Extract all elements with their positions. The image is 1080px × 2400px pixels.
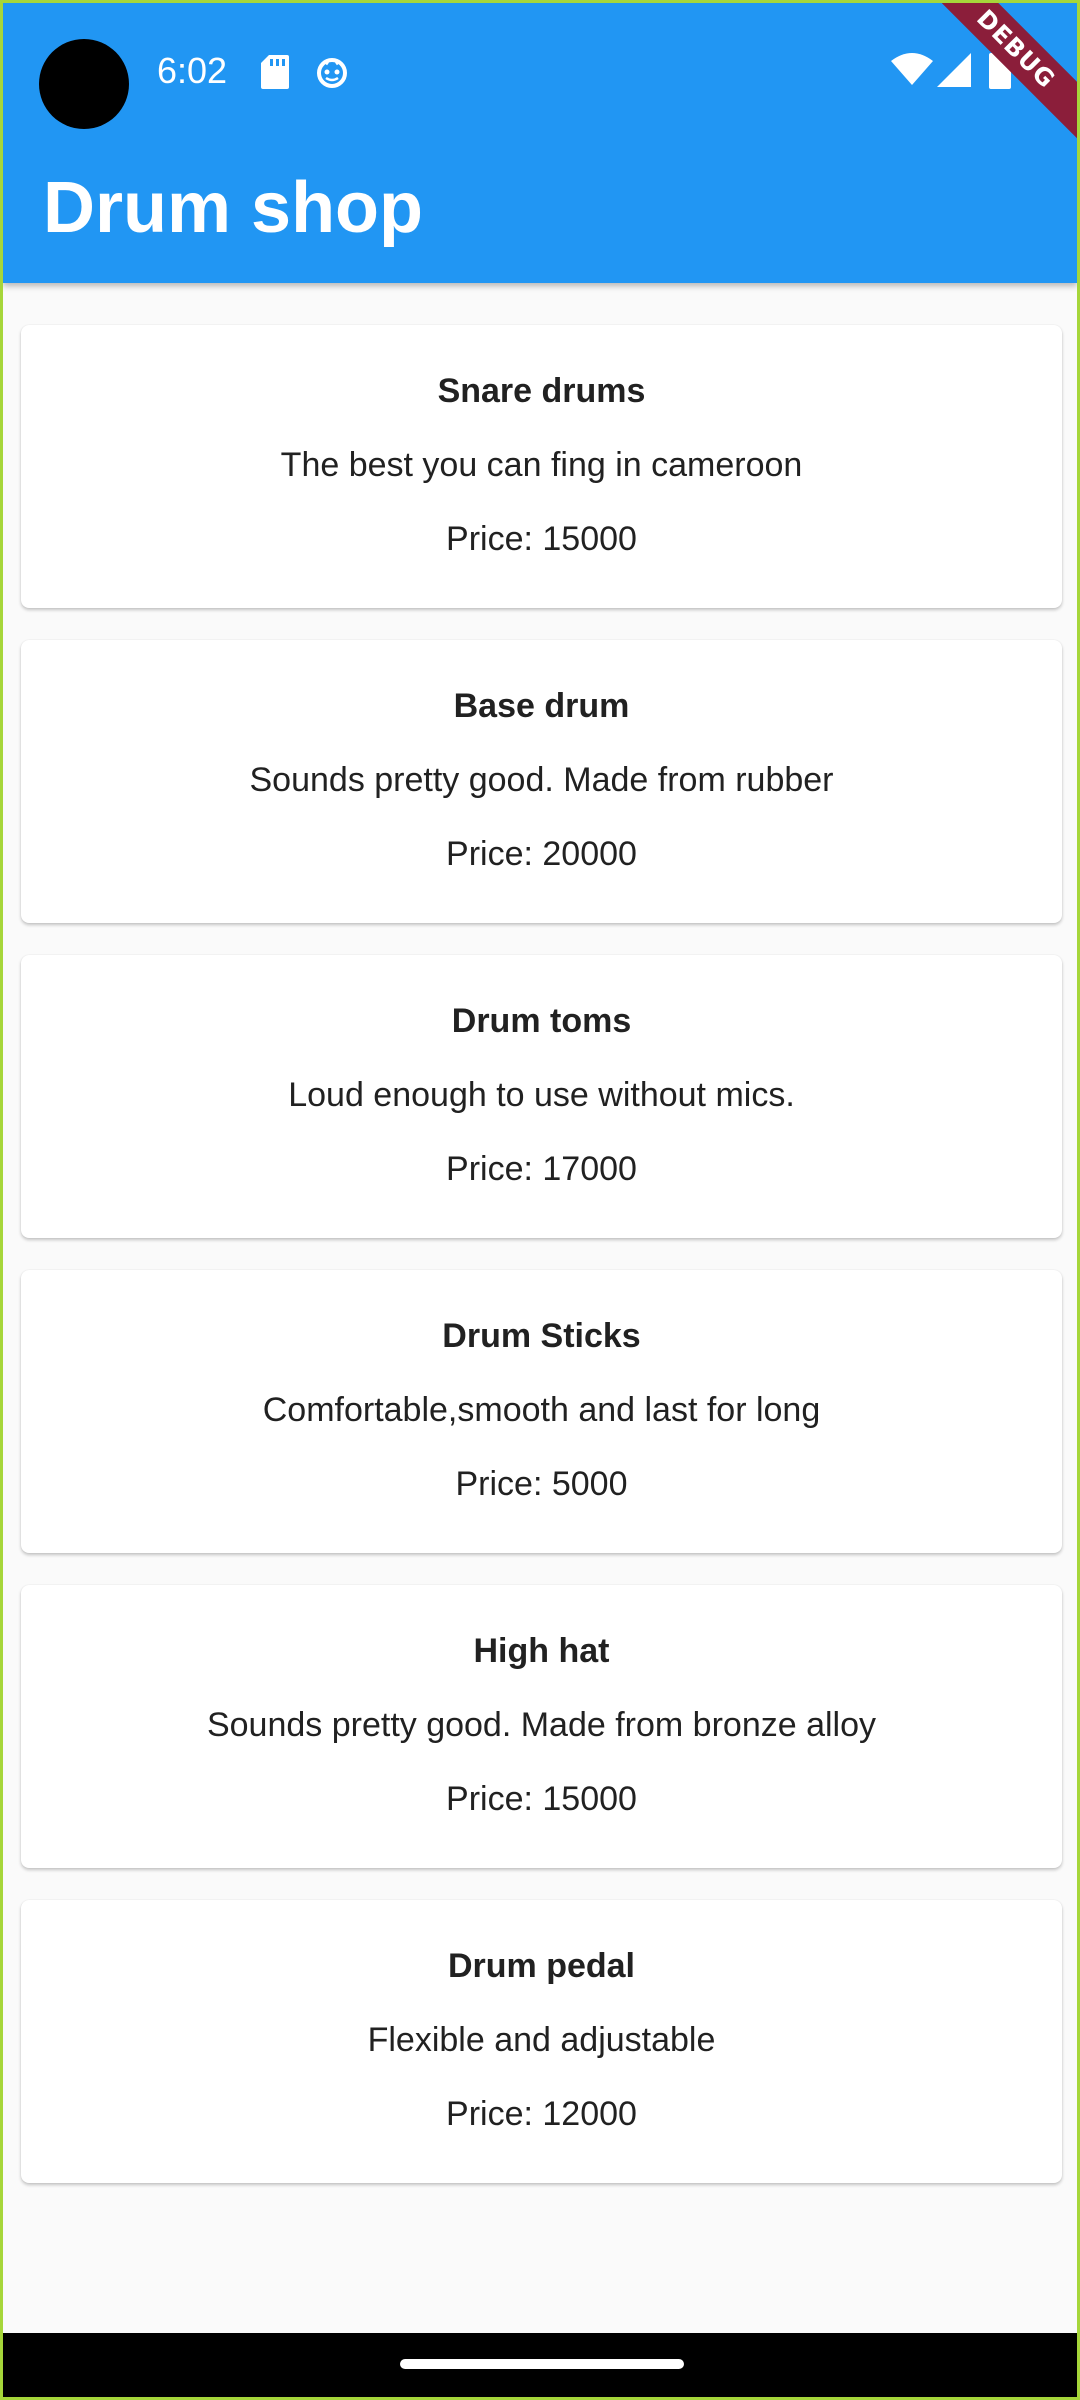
product-card-drum-toms[interactable]: Drum toms Loud enough to use without mic… bbox=[21, 955, 1062, 1238]
product-description: The best you can fing in cameroon bbox=[280, 446, 803, 484]
product-card-snare-drums[interactable]: Snare drums The best you can fing in cam… bbox=[21, 325, 1062, 608]
product-card-drum-sticks[interactable]: Drum Sticks Comfortable,smooth and last … bbox=[21, 1270, 1062, 1553]
wifi-icon bbox=[891, 53, 933, 92]
product-title: Drum Sticks bbox=[442, 1317, 641, 1355]
product-title: Base drum bbox=[453, 687, 630, 725]
sd-card-icon bbox=[261, 55, 289, 94]
product-price: Price: 12000 bbox=[446, 2095, 637, 2133]
product-price: Price: 20000 bbox=[446, 835, 637, 873]
product-description: Sounds pretty good. Made from bronze all… bbox=[206, 1706, 877, 1744]
product-card-drum-pedal[interactable]: Drum pedal Flexible and adjustable Price… bbox=[21, 1900, 1062, 2183]
product-title: High hat bbox=[473, 1632, 610, 1670]
product-description: Comfortable,smooth and last for long bbox=[262, 1391, 821, 1429]
navigation-bar bbox=[3, 2333, 1077, 2397]
product-price: Price: 15000 bbox=[446, 1780, 637, 1818]
page-title: Drum shop bbox=[43, 168, 424, 248]
phone-screen: 6:02 Drum shop DEBUG Snare drums The bes… bbox=[0, 0, 1080, 2400]
product-card-high-hat[interactable]: High hat Sounds pretty good. Made from b… bbox=[21, 1585, 1062, 1868]
product-description: Loud enough to use without mics. bbox=[288, 1076, 795, 1114]
camera-cutout bbox=[39, 39, 129, 129]
debug-bug-icon bbox=[315, 55, 349, 94]
product-price: Price: 17000 bbox=[446, 1150, 637, 1188]
cell-signal-icon bbox=[937, 53, 971, 92]
product-price: Price: 5000 bbox=[455, 1465, 628, 1503]
product-title: Drum toms bbox=[451, 1002, 632, 1040]
product-title: Snare drums bbox=[437, 372, 646, 410]
status-bar: 6:02 bbox=[3, 3, 1077, 133]
status-time: 6:02 bbox=[157, 50, 228, 91]
app-bar: 6:02 Drum shop bbox=[3, 3, 1077, 283]
product-price: Price: 15000 bbox=[446, 520, 637, 558]
product-card-base-drum[interactable]: Base drum Sounds pretty good. Made from … bbox=[21, 640, 1062, 923]
product-description: Flexible and adjustable bbox=[367, 2021, 716, 2059]
product-description: Sounds pretty good. Made from rubber bbox=[249, 761, 834, 799]
home-gesture-handle[interactable] bbox=[400, 2359, 684, 2369]
product-title: Drum pedal bbox=[447, 1947, 636, 1985]
product-list: Snare drums The best you can fing in cam… bbox=[21, 325, 1062, 2215]
